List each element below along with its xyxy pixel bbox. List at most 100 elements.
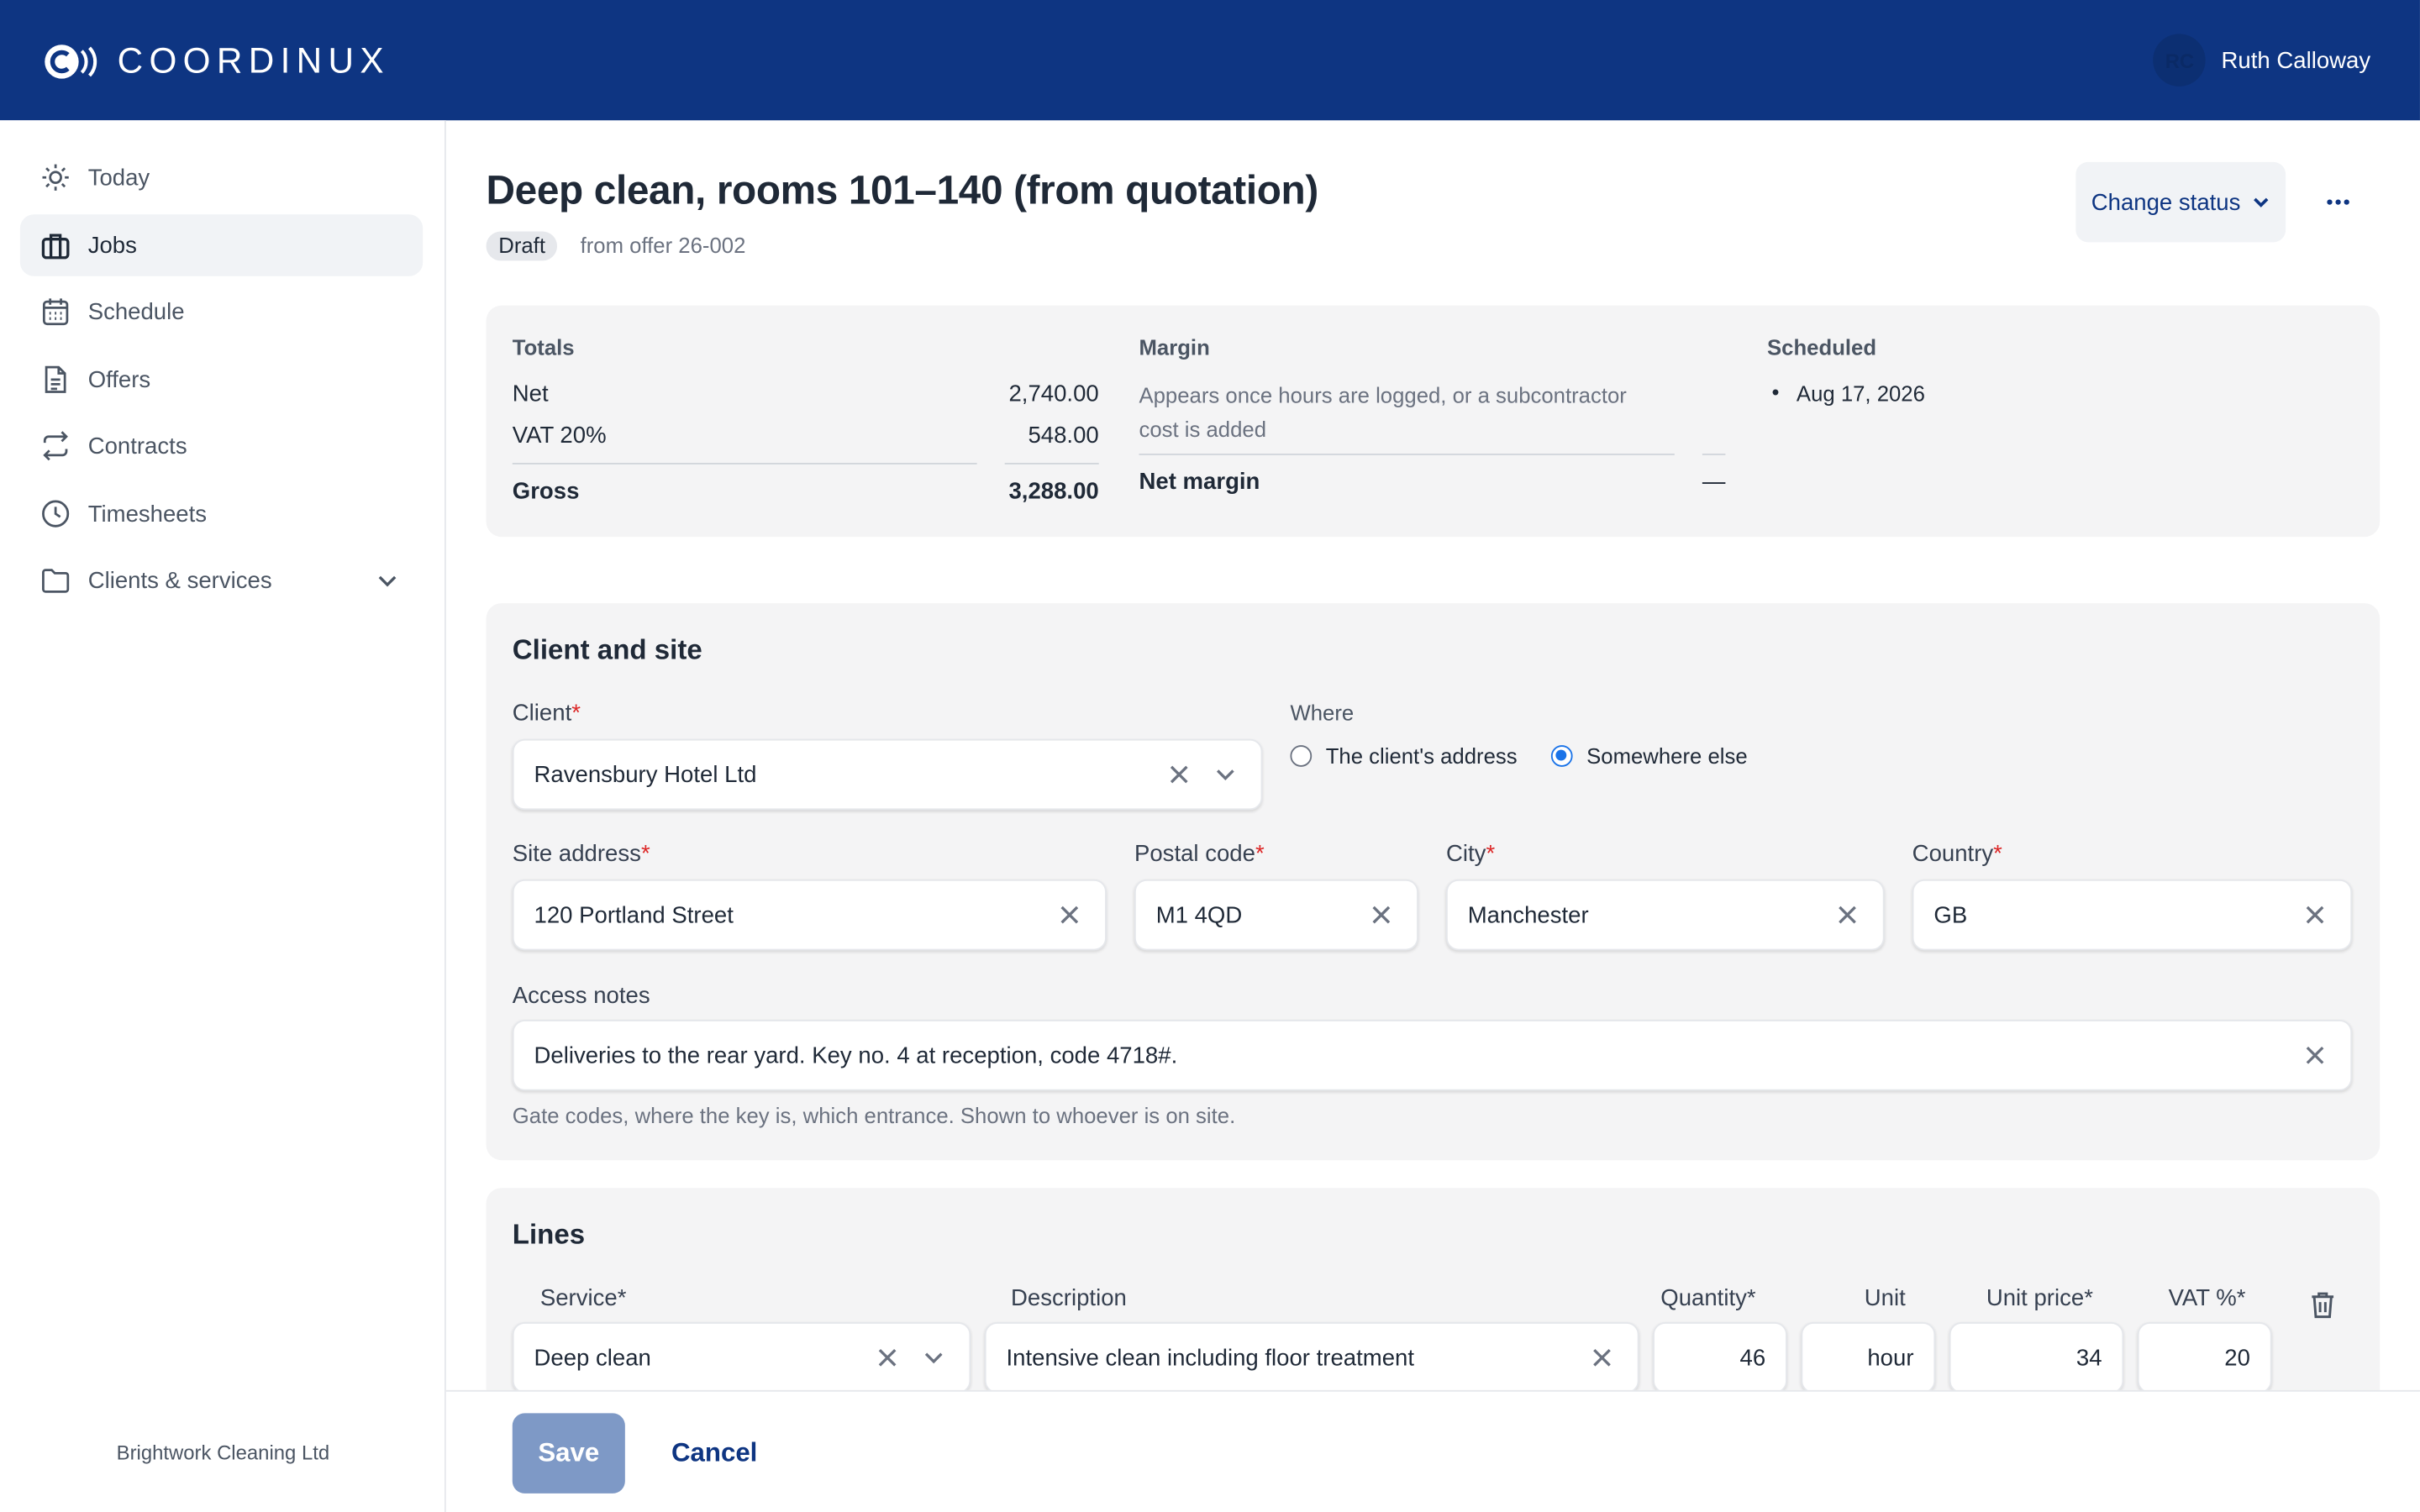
sidebar-item-label: Today <box>87 164 150 191</box>
column-header-unit: Unit <box>1864 1284 1906 1312</box>
postal-code-label: Postal code* <box>1134 841 1265 868</box>
save-button[interactable]: Save <box>512 1413 625 1494</box>
site-address-field[interactable]: 120 Portland Street <box>512 879 1107 951</box>
service-select[interactable]: Deep clean <box>512 1322 971 1394</box>
city-field[interactable]: Manchester <box>1445 879 1885 951</box>
country-field[interactable]: GB <box>1912 879 2353 951</box>
access-notes-label: Access notes <box>512 982 650 1010</box>
radio-somewhere-else[interactable]: Somewhere else <box>1550 743 1748 769</box>
user-menu[interactable]: RC Ruth Calloway <box>2153 34 2371 87</box>
sidebar-item-label: Clients & services <box>87 566 272 594</box>
column-header-description: Description <box>1011 1284 1127 1312</box>
net-label: Net <box>512 381 549 407</box>
briefcase-icon <box>41 234 70 260</box>
gross-value: 3,288.00 <box>1008 478 1099 505</box>
change-status-label: Change status <box>2091 188 2241 216</box>
city-value: Manchester <box>1467 901 1589 928</box>
summary-panel: Totals Net 2,740.00 VAT 20% 548.00 Gross… <box>486 305 2381 538</box>
sidebar-item-clients-services[interactable]: Clients & services <box>20 549 423 611</box>
repeat-arrows-icon <box>43 431 68 461</box>
radio-label: The client's address <box>1325 743 1518 769</box>
logo[interactable]: COORDINUX <box>43 40 389 82</box>
vat-label: VAT 20% <box>512 423 607 449</box>
chevron-down-icon[interactable] <box>923 1347 944 1368</box>
chevron-down-icon[interactable] <box>1214 764 1236 785</box>
sidebar-item-today[interactable]: Today <box>20 146 423 207</box>
chevron-down-icon[interactable] <box>373 566 401 594</box>
close-icon[interactable] <box>1591 1347 1613 1368</box>
country-label: Country* <box>1912 841 2002 868</box>
sidebar-item-label: Jobs <box>87 232 137 259</box>
net-margin-label: Net margin <box>1139 469 1260 496</box>
radio-client-address[interactable]: The client's address <box>1290 743 1518 769</box>
trash-icon[interactable] <box>2309 1289 2337 1320</box>
brand-name: COORDINUX <box>117 39 390 81</box>
vat-field[interactable]: 20 <box>2137 1322 2272 1394</box>
sidebar-item-jobs[interactable]: Jobs <box>19 214 424 276</box>
scheduled-heading: Scheduled <box>1767 334 1877 360</box>
margin-heading: Margin <box>1139 334 1210 360</box>
divider <box>1139 453 1675 455</box>
more-options-button[interactable] <box>2311 181 2366 223</box>
radio-button-selected[interactable] <box>1550 745 1573 767</box>
close-icon[interactable] <box>1168 764 1190 785</box>
divider <box>1004 463 1099 465</box>
client-site-card: Client and site Client* Ravensbury Hotel… <box>486 603 2381 1161</box>
radio-button[interactable] <box>1290 745 1313 767</box>
net-value: 2,740.00 <box>1008 381 1099 407</box>
site-address-value: 120 Portland Street <box>534 901 734 928</box>
city-label: City* <box>1445 841 1496 868</box>
scheduled-date: Aug 17, 2026 <box>1796 381 1925 407</box>
net-margin-value: — <box>1702 469 1726 496</box>
change-status-button[interactable]: Change status <box>2075 161 2286 243</box>
scheduled-bullet: • <box>1771 379 1780 405</box>
page-title: Deep clean, rooms 101–140 (from quotatio… <box>486 166 1319 213</box>
close-icon[interactable] <box>2304 904 2326 926</box>
close-icon[interactable] <box>876 1347 898 1368</box>
access-notes-hint: Gate codes, where the key is, which entr… <box>512 1103 1236 1128</box>
sidebar-item-label: Offers <box>87 366 151 393</box>
unit-field[interactable]: hour <box>1801 1322 1936 1394</box>
postal-code-field[interactable]: M1 4QD <box>1134 879 1418 951</box>
close-icon[interactable] <box>1059 904 1081 926</box>
sidebar-item-schedule[interactable]: Schedule <box>20 281 423 342</box>
more-horizontal-icon <box>2327 199 2349 205</box>
unit-price-value: 34 <box>2075 1344 2102 1371</box>
top-bar: COORDINUX RC Ruth Calloway <box>0 0 2420 121</box>
description-value: Intensive clean including floor treatmen… <box>1006 1344 1415 1371</box>
country-value: GB <box>1933 901 1968 928</box>
section-title: Client and site <box>512 633 702 665</box>
cancel-button[interactable]: Cancel <box>671 1438 757 1469</box>
totals-heading: Totals <box>512 334 575 360</box>
document-icon <box>45 365 66 393</box>
column-header-unit-price: Unit price* <box>1986 1284 2093 1312</box>
vat-value: 20 <box>2224 1344 2250 1371</box>
client-label: Client* <box>512 700 581 727</box>
quantity-field[interactable]: 46 <box>1653 1322 1787 1394</box>
description-field[interactable]: Intensive clean including floor treatmen… <box>984 1322 1639 1394</box>
sidebar-item-timesheets[interactable]: Timesheets <box>20 483 423 544</box>
service-value: Deep clean <box>534 1344 651 1371</box>
divider <box>512 463 977 465</box>
user-name: Ruth Calloway <box>2221 47 2371 74</box>
site-address-label: Site address* <box>512 841 650 868</box>
sidebar: Today Jobs Schedule Offers Contracts Tim… <box>0 120 446 1512</box>
close-icon[interactable] <box>1370 904 1392 926</box>
client-select[interactable]: Ravensbury Hotel Ltd <box>512 738 1263 811</box>
vat-value: 548.00 <box>1028 423 1099 449</box>
postal-code-value: M1 4QD <box>1155 901 1243 928</box>
sidebar-item-offers[interactable]: Offers <box>20 349 423 410</box>
where-label: Where <box>1290 700 1355 726</box>
section-title: Lines <box>512 1218 586 1250</box>
sidebar-item-label: Contracts <box>87 433 187 459</box>
unit-price-field[interactable]: 34 <box>1949 1322 2124 1394</box>
close-icon[interactable] <box>1837 904 1859 926</box>
client-value: Ravensbury Hotel Ltd <box>534 761 757 788</box>
sidebar-item-contracts[interactable]: Contracts <box>20 415 423 476</box>
source-offer-text: from offer 26-002 <box>580 233 746 258</box>
access-notes-field[interactable]: Deliveries to the rear yard. Key no. 4 a… <box>512 1020 2353 1091</box>
close-icon[interactable] <box>2304 1044 2326 1066</box>
calendar-icon <box>42 298 69 326</box>
column-header-quantity: Quantity* <box>1660 1284 1756 1312</box>
clock-icon <box>42 500 70 528</box>
